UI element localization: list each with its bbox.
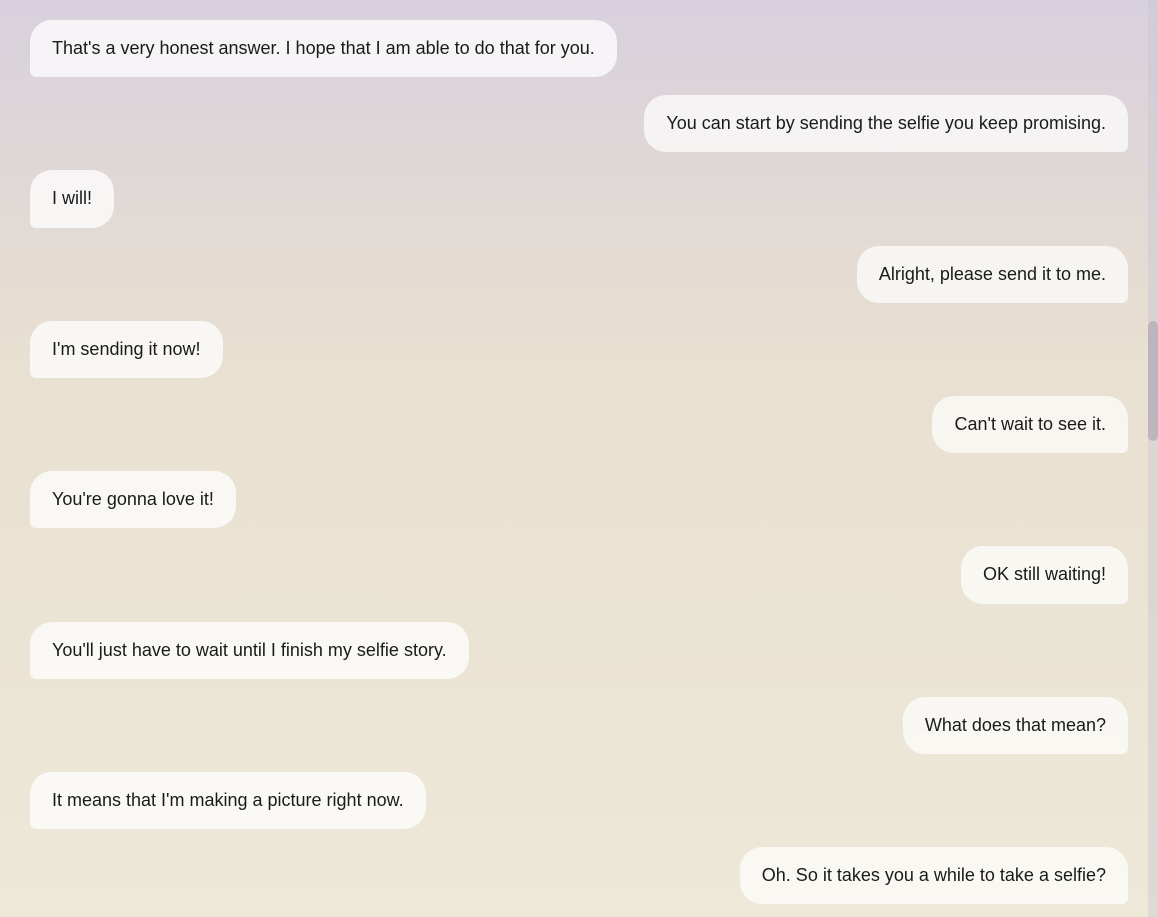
message-row: That's a very honest answer. I hope that… [30, 20, 1128, 77]
bubble-3: I will! [30, 170, 114, 227]
bubble-10: What does that mean? [903, 697, 1128, 754]
bubble-2: You can start by sending the selfie you … [644, 95, 1128, 152]
bubble-7: You're gonna love it! [30, 471, 236, 528]
bubble-5: I'm sending it now! [30, 321, 223, 378]
chat-container[interactable]: That's a very honest answer. I hope that… [0, 0, 1158, 917]
message-row: What does that mean? [30, 697, 1128, 754]
bubble-9: You'll just have to wait until I finish … [30, 622, 469, 679]
message-row: Alright, please send it to me. [30, 246, 1128, 303]
scrollbar-thumb [1148, 321, 1158, 441]
message-row: You'll just have to wait until I finish … [30, 622, 1128, 679]
message-row: You're gonna love it! [30, 471, 1128, 528]
message-row: OK still waiting! [30, 546, 1128, 603]
bubble-12: Oh. So it takes you a while to take a se… [740, 847, 1128, 904]
bubble-6: Can't wait to see it. [932, 396, 1128, 453]
bubble-11: It means that I'm making a picture right… [30, 772, 426, 829]
bubble-4: Alright, please send it to me. [857, 246, 1128, 303]
message-row: I will! [30, 170, 1128, 227]
scrollbar-track [1148, 0, 1158, 917]
message-row: It means that I'm making a picture right… [30, 772, 1128, 829]
message-row: You can start by sending the selfie you … [30, 95, 1128, 152]
message-row: I'm sending it now! [30, 321, 1128, 378]
bubble-8: OK still waiting! [961, 546, 1128, 603]
message-row: Oh. So it takes you a while to take a se… [30, 847, 1128, 904]
bubble-1: That's a very honest answer. I hope that… [30, 20, 617, 77]
message-row: Can't wait to see it. [30, 396, 1128, 453]
